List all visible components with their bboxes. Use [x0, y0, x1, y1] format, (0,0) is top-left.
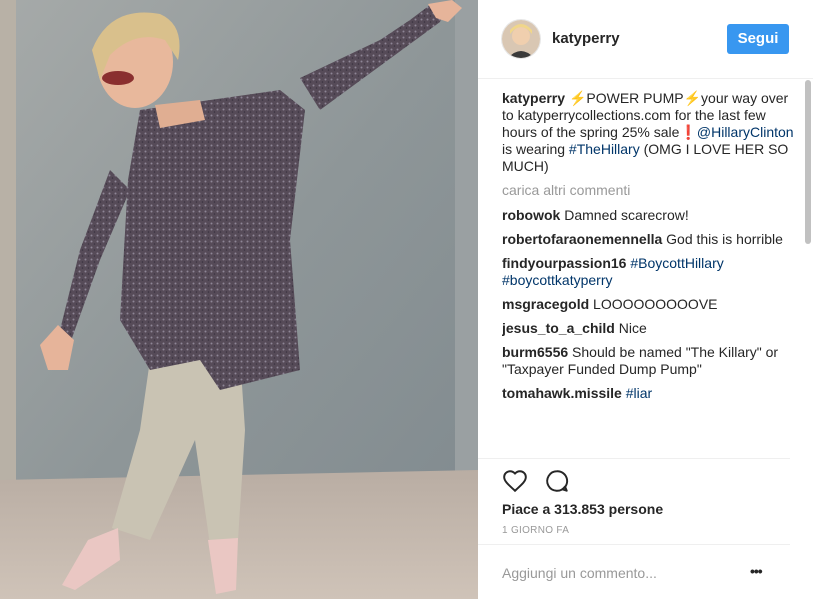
- comment: burm6556 Should be named "The Killary" o…: [502, 344, 796, 378]
- comment-username[interactable]: burm6556: [502, 344, 568, 360]
- caption-text-1: POWER PUMP: [586, 90, 684, 106]
- comments-list: katyperry ⚡POWER PUMP⚡your way over to k…: [502, 90, 796, 456]
- post-actions: Piace a 313.853 persone 1 GIORNO FA: [478, 458, 790, 539]
- comment-username[interactable]: tomahawk.missile: [502, 385, 622, 401]
- follow-button[interactable]: Segui: [727, 24, 789, 54]
- post-photo: [0, 0, 478, 599]
- comment-username[interactable]: jesus_to_a_child: [502, 320, 615, 336]
- caption-text-3: is wearing: [502, 141, 569, 157]
- comment: robowok Damned scarecrow!: [502, 207, 796, 224]
- caption-hashtag[interactable]: #TheHillary: [569, 141, 640, 157]
- post-sidebar: katyperry Segui katyperry ⚡POWER PUMP⚡yo…: [478, 0, 813, 599]
- comment: robertofaraonemennella God this is horri…: [502, 231, 796, 248]
- lightning-icon: ⚡: [683, 90, 702, 106]
- heart-icon[interactable]: [502, 468, 528, 494]
- post-timestamp: 1 GIORNO FA: [502, 525, 570, 536]
- caption-mention[interactable]: @HillaryClinton: [697, 124, 794, 140]
- avatar-image: [502, 20, 540, 58]
- comment: findyourpassion16 #BoycottHillary #boyco…: [502, 255, 796, 289]
- comment-username[interactable]: robertofaraonemennella: [502, 231, 662, 247]
- lightning-icon: ⚡: [568, 90, 587, 106]
- avatar[interactable]: [502, 20, 540, 58]
- load-more-comments[interactable]: carica altri commenti: [502, 182, 796, 199]
- comment-text: LOOOOOOOOOVE: [593, 296, 718, 312]
- post-author-username[interactable]: katyperry: [552, 30, 620, 47]
- comment-text: Nice: [618, 320, 647, 336]
- post-container: katyperry Segui katyperry ⚡POWER PUMP⚡yo…: [0, 0, 813, 599]
- comments-scrollbar[interactable]: [803, 78, 813, 458]
- more-options-icon[interactable]: •••: [750, 564, 770, 578]
- scrollbar-thumb[interactable]: [805, 80, 811, 244]
- comment: jesus_to_a_child Nice: [502, 320, 796, 337]
- post-image[interactable]: [0, 0, 478, 599]
- post-header: katyperry Segui: [478, 0, 813, 79]
- comment-input[interactable]: [502, 560, 742, 586]
- comment: msgracegold LOOOOOOOOOVE: [502, 296, 796, 313]
- likes-count[interactable]: Piace a 313.853 persone: [502, 501, 663, 517]
- exclamation-icon: ❗: [679, 124, 697, 140]
- comment-text: God this is horrible: [666, 231, 783, 247]
- comment: tomahawk.missile #liar: [502, 385, 796, 402]
- comment-icon[interactable]: [544, 468, 570, 494]
- comment-hashtags[interactable]: #liar: [626, 385, 652, 401]
- caption-username[interactable]: katyperry: [502, 90, 565, 106]
- comment-username[interactable]: findyourpassion16: [502, 255, 626, 271]
- comment-username[interactable]: robowok: [502, 207, 560, 223]
- comment-text: Damned scarecrow!: [564, 207, 689, 223]
- comment-username[interactable]: msgracegold: [502, 296, 589, 312]
- post-caption: katyperry ⚡POWER PUMP⚡your way over to k…: [502, 90, 796, 175]
- add-comment-section: •••: [478, 544, 790, 600]
